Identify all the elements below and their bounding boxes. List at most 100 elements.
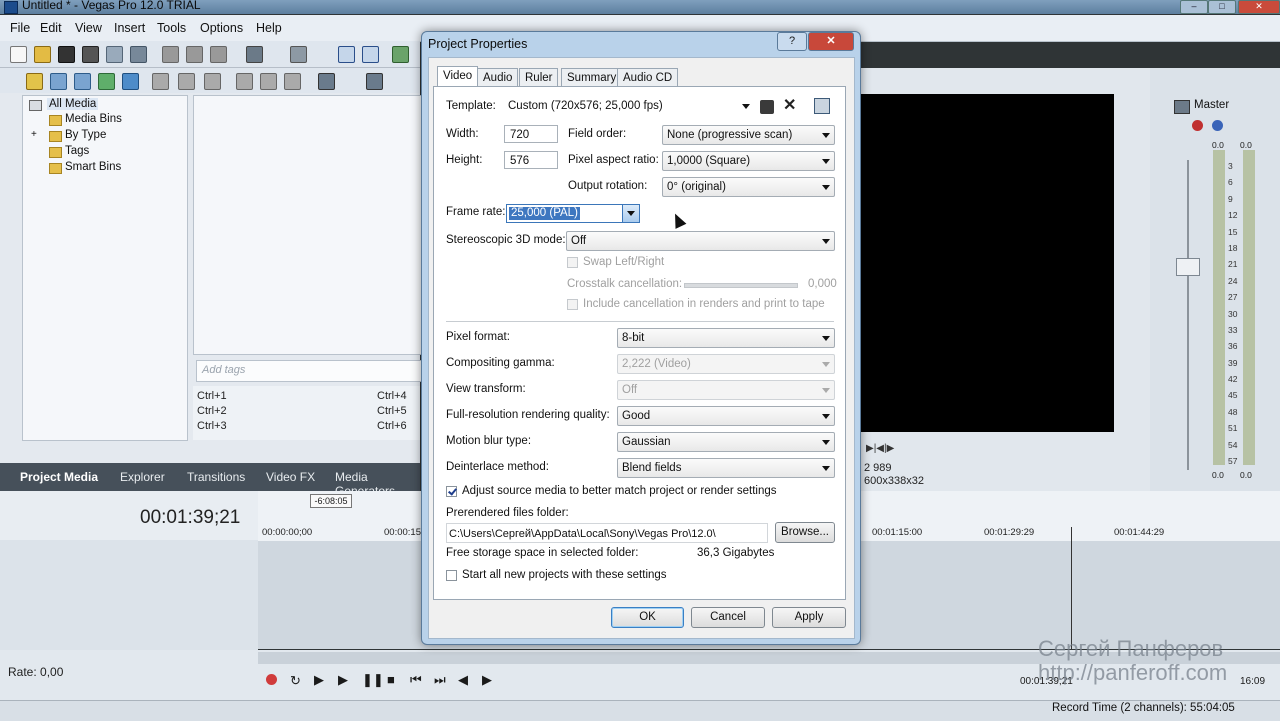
tab-video-fx[interactable]: Video FX (266, 470, 315, 484)
save-template-icon[interactable] (760, 100, 774, 114)
ok-button[interactable]: OK (611, 607, 684, 628)
match-media-settings-icon[interactable] (814, 98, 830, 114)
media-list[interactable] (193, 95, 422, 355)
solo-icon[interactable] (1212, 120, 1223, 131)
search-icon[interactable] (366, 73, 383, 90)
record-icon[interactable] (266, 674, 277, 685)
tab-explorer[interactable]: Explorer (120, 470, 165, 484)
window-close-button[interactable]: ✕ (1238, 0, 1280, 14)
include-cancellation-checkbox[interactable] (567, 299, 578, 310)
crosstalk-slider[interactable] (684, 283, 798, 288)
go-to-end-icon[interactable]: ⏭ (434, 672, 446, 688)
import-media-icon[interactable] (26, 73, 43, 90)
media-fx-icon[interactable] (178, 73, 195, 90)
tree-item-tags[interactable]: Tags (49, 145, 89, 158)
master-fx-icon[interactable] (1174, 100, 1190, 114)
next-frame-icon[interactable]: ▶ (482, 672, 492, 688)
menu-insert[interactable]: Insert (114, 21, 145, 35)
output-rotation-dropdown[interactable]: 0° (original) (662, 177, 835, 197)
rendering-quality-dropdown[interactable]: Good (617, 406, 835, 426)
cancel-button[interactable]: Cancel (691, 607, 765, 628)
tab-audio[interactable]: Audio (477, 68, 519, 87)
expand-icon[interactable]: + (31, 129, 37, 140)
next-frame-icon[interactable]: ▶|◀|▶ (866, 443, 894, 454)
play-from-start-icon[interactable]: ▶ (314, 672, 324, 688)
capture-icon[interactable] (50, 73, 67, 90)
apply-button[interactable]: Apply (772, 607, 846, 628)
menu-view[interactable]: View (75, 21, 102, 35)
snap-icon[interactable] (392, 46, 409, 63)
height-field[interactable]: 576 (504, 151, 558, 169)
save-as-icon[interactable] (82, 46, 99, 63)
go-to-start-icon[interactable]: ⏮ (410, 672, 422, 688)
dialog-close-button[interactable]: ✕ (808, 32, 854, 51)
menu-tools[interactable]: Tools (157, 21, 186, 35)
compositing-gamma-dropdown[interactable]: 2,222 (Video) (617, 354, 835, 374)
copy-icon[interactable] (186, 46, 203, 63)
stop-icon[interactable]: ■ (387, 672, 395, 687)
tree-item-media-bins[interactable]: Media Bins (49, 113, 122, 126)
deinterlace-dropdown[interactable]: Blend fields (617, 458, 835, 478)
maximize-button[interactable]: □ (1208, 0, 1236, 14)
tree-item-all-media[interactable]: All Media (29, 98, 99, 111)
menu-options[interactable]: Options (200, 21, 243, 35)
envelope-tool-icon[interactable] (362, 46, 379, 63)
undo-icon[interactable] (246, 46, 263, 63)
field-order-dropdown[interactable]: None (progressive scan) (662, 125, 835, 145)
extract-audio-icon[interactable] (98, 73, 115, 90)
delete-template-icon[interactable]: ✕ (783, 98, 797, 114)
tab-ruler[interactable]: Ruler (519, 68, 559, 87)
render-icon[interactable] (106, 46, 123, 63)
views-icon[interactable] (318, 73, 335, 90)
preview-transport[interactable]: ▶|◀|▶ (866, 440, 936, 454)
browse-button[interactable]: Browse... (775, 522, 835, 543)
tab-summary[interactable]: Summary (561, 68, 623, 87)
master-fader[interactable] (1176, 258, 1200, 276)
autopreview-icon[interactable] (284, 73, 301, 90)
search-media-icon[interactable] (122, 73, 139, 90)
start-all-projects-checkbox[interactable] (446, 570, 457, 581)
open-icon[interactable] (34, 46, 51, 63)
pause-icon[interactable]: ❚❚ (362, 672, 384, 688)
chevron-down-icon[interactable] (622, 205, 639, 222)
remove-icon[interactable] (152, 73, 169, 90)
play-icon[interactable]: ▶ (338, 672, 348, 688)
save-icon[interactable] (58, 46, 75, 63)
add-tags-input[interactable]: Add tags (196, 360, 422, 382)
tab-audio-cd[interactable]: Audio CD (617, 68, 679, 87)
get-media-icon[interactable] (74, 73, 91, 90)
tree-item-by-type[interactable]: + By Type (31, 129, 106, 142)
new-icon[interactable] (10, 46, 27, 63)
tab-project-media[interactable]: Project Media (20, 470, 98, 484)
motion-blur-dropdown[interactable]: Gaussian (617, 432, 835, 452)
adjust-source-media-checkbox[interactable] (446, 486, 457, 497)
media-properties-icon[interactable] (204, 73, 221, 90)
tree-item-smart-bins[interactable]: Smart Bins (49, 161, 121, 174)
template-dropdown[interactable]: Custom (720x576; 25,000 fps) (504, 97, 754, 117)
width-field[interactable]: 720 (504, 125, 558, 143)
paste-icon[interactable] (210, 46, 227, 63)
edit-tool-icon[interactable] (338, 46, 355, 63)
cut-icon[interactable] (162, 46, 179, 63)
loop-icon[interactable]: ↻ (290, 673, 301, 689)
properties-icon[interactable] (130, 46, 147, 63)
tab-transitions[interactable]: Transitions (187, 470, 245, 484)
prerendered-folder-field[interactable]: C:\Users\Сергей\AppData\Local\Sony\Vegas… (446, 523, 768, 543)
dialog-help-button[interactable]: ? (777, 32, 807, 51)
swap-left-right-checkbox[interactable] (567, 257, 578, 268)
stereoscopic-dropdown[interactable]: Off (566, 231, 835, 251)
mute-icon[interactable] (1192, 120, 1203, 131)
tab-video[interactable]: Video (437, 66, 479, 86)
menu-file[interactable]: File (10, 21, 30, 35)
play-media-icon[interactable] (236, 73, 253, 90)
stop-media-icon[interactable] (260, 73, 277, 90)
menu-help[interactable]: Help (256, 21, 282, 35)
minimize-button[interactable]: – (1180, 0, 1208, 14)
previous-frame-icon[interactable]: ◀ (458, 672, 468, 688)
timeline-cursor[interactable] (1071, 527, 1072, 651)
pixel-format-dropdown[interactable]: 8-bit (617, 328, 835, 348)
view-transform-dropdown[interactable]: Off (617, 380, 835, 400)
redo-icon[interactable] (290, 46, 307, 63)
menu-edit[interactable]: Edit (40, 21, 62, 35)
frame-rate-dropdown[interactable]: 25,000 (PAL) (506, 204, 640, 223)
